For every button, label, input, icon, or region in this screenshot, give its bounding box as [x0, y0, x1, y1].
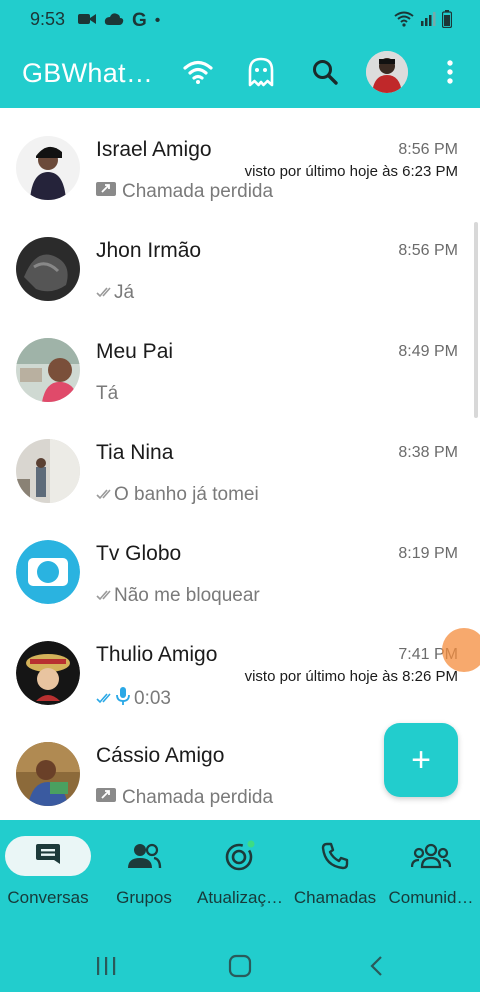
chat-time: 8:49 PM: [398, 343, 458, 360]
preview-text: Chamada perdida: [122, 181, 274, 202]
chat-row-thulio-amigo[interactable]: Thulio Amigo 7:41 PM visto por último ho…: [0, 613, 480, 714]
tab-label: Comunid…: [388, 888, 474, 907]
tab-chamadas[interactable]: Chamadas: [288, 820, 382, 920]
signal-icon: [420, 11, 436, 32]
system-nav-bar: [0, 940, 480, 992]
wifi-icon[interactable]: [182, 56, 214, 88]
phone-icon: [292, 836, 378, 876]
chat-name: Jhon Irmão: [96, 239, 202, 262]
avatar[interactable]: [16, 641, 80, 705]
tab-label: Grupos: [116, 888, 172, 907]
tab-label: Chamadas: [293, 888, 377, 907]
notification-dot: •: [154, 12, 161, 29]
chat-list: Israel Amigo 8:56 PM visto por último ho…: [0, 108, 480, 820]
microphone-icon: [116, 686, 130, 712]
avatar[interactable]: [16, 439, 80, 503]
chat-row-tia-nina[interactable]: Tia Nina 8:38 PM O banho já tomei: [0, 411, 480, 512]
preview-text: 0:03: [134, 688, 171, 709]
chat-name: Israel Amigo: [96, 138, 212, 161]
avatar[interactable]: [16, 540, 80, 604]
cloud-icon: [104, 12, 124, 31]
tab-label: Conversas: [7, 888, 89, 907]
last-seen: visto por último hoje às 6:23 PM: [244, 163, 458, 180]
avatar[interactable]: [16, 136, 80, 200]
chat-preview: Chamada perdida: [96, 787, 273, 809]
updates-icon: [197, 836, 283, 876]
chat-preview: Tá: [96, 383, 118, 405]
groups-icon: [101, 836, 187, 876]
chat-preview: Chamada perdida: [96, 181, 273, 203]
chat-time: 8:19 PM: [398, 545, 458, 562]
double-check-icon: [96, 282, 114, 304]
chat-preview: Não me bloquear: [96, 585, 260, 607]
chat-time: 8:56 PM: [398, 242, 458, 259]
avatar[interactable]: [16, 237, 80, 301]
recent-apps-icon[interactable]: [86, 946, 126, 986]
double-check-icon: [96, 688, 114, 710]
double-check-icon: [96, 484, 114, 506]
chat-name: Meu Pai: [96, 340, 174, 363]
new-chat-button[interactable]: +: [384, 723, 458, 797]
plus-icon: +: [411, 741, 431, 779]
preview-text: Não me bloquear: [114, 585, 260, 606]
chat-row-jhon-irmao[interactable]: Jhon Irmão 8:56 PM Já: [0, 209, 480, 310]
chat-preview: O banho já tomei: [96, 484, 259, 506]
tab-label: Atualizaç…: [197, 888, 283, 907]
avatar[interactable]: [16, 742, 80, 806]
last-seen: visto por último hoje às 8:26 PM: [244, 668, 458, 685]
bottom-nav: Conversas Grupos Atualizaç… Chamadas Com…: [0, 820, 480, 992]
search-icon[interactable]: [309, 56, 341, 88]
scrollbar[interactable]: [474, 222, 478, 418]
more-options-icon[interactable]: [434, 56, 466, 88]
chat-name: Tv Globo: [96, 542, 182, 565]
tab-conversas[interactable]: Conversas: [0, 820, 96, 920]
double-check-icon: [96, 585, 114, 607]
avatar[interactable]: [16, 338, 80, 402]
chat-row-tv-globo[interactable]: Tv Globo 8:19 PM Não me bloquear: [0, 512, 480, 613]
battery-icon: [441, 10, 453, 33]
preview-text: O banho já tomei: [114, 484, 259, 505]
status-time: 9:53: [30, 9, 66, 29]
missed-call-icon: [96, 787, 116, 809]
chat-icon: [5, 836, 91, 876]
tab-atualizacoes[interactable]: Atualizaç…: [192, 820, 288, 920]
chat-time: 8:38 PM: [398, 444, 458, 461]
chat-name: Thulio Amigo: [96, 643, 218, 666]
preview-text: Já: [114, 282, 135, 303]
home-icon[interactable]: [220, 946, 260, 986]
chat-time: 8:56 PM: [398, 141, 458, 158]
chat-row-meu-pai[interactable]: Meu Pai 8:49 PM Tá: [0, 310, 480, 411]
chat-name: Tia Nina: [96, 441, 174, 464]
tab-grupos[interactable]: Grupos: [96, 820, 192, 920]
ghost-icon[interactable]: [245, 56, 277, 88]
profile-avatar[interactable]: [366, 51, 408, 93]
video-camera-icon: [78, 12, 96, 31]
app-bar: GBWhat…: [0, 38, 480, 108]
chat-row-israel-amigo[interactable]: Israel Amigo 8:56 PM visto por último ho…: [0, 108, 480, 209]
back-icon[interactable]: [356, 946, 396, 986]
tab-comunidades[interactable]: Comunid…: [382, 820, 480, 920]
preview-text: Tá: [96, 383, 119, 404]
status-bar: 9:53 G •: [0, 0, 480, 38]
chat-preview: Já: [96, 282, 134, 304]
missed-call-icon: [96, 181, 116, 203]
chat-name: Cássio Amigo: [96, 744, 225, 767]
g-label: G: [132, 10, 147, 31]
app-title: GBWhat…: [22, 58, 154, 88]
preview-text: Chamada perdida: [122, 787, 274, 808]
touch-indicator: [442, 628, 480, 672]
wifi-status-icon: [394, 11, 414, 32]
communities-icon: [388, 836, 474, 876]
chat-preview: 0:03: [96, 686, 171, 712]
